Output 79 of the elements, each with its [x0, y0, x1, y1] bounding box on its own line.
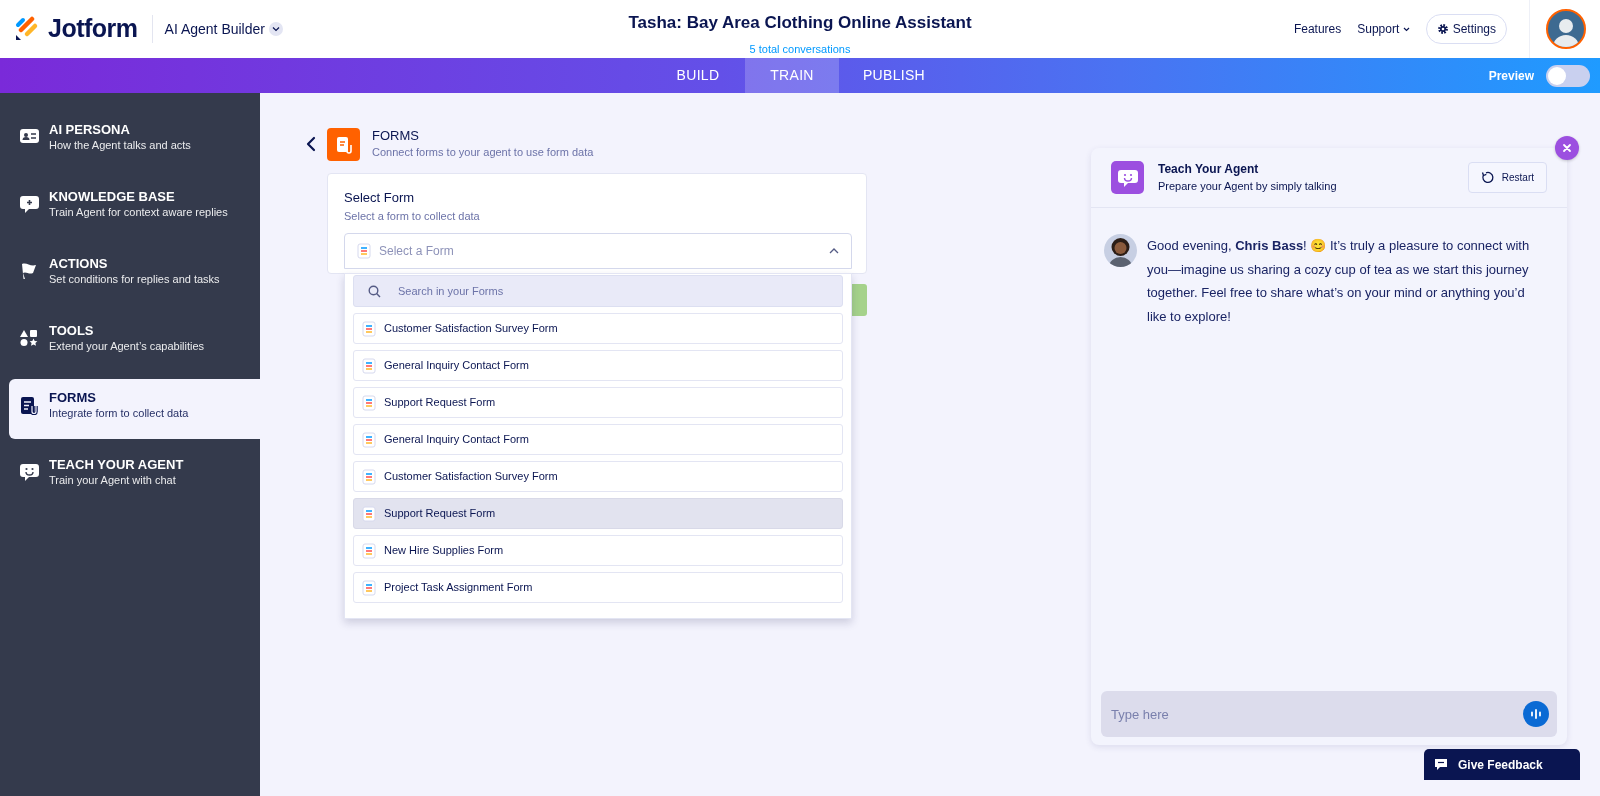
- nav-tab[interactable]: TRAIN: [745, 58, 839, 93]
- sidebar-item[interactable]: KNOWLEDGE BASE Train Agent for context aware replies: [9, 178, 260, 238]
- feedback-icon: [1434, 758, 1448, 771]
- item-subtitle: Train your Agent with chat: [49, 473, 177, 488]
- card-title: Select Form: [344, 189, 416, 207]
- product-menu[interactable]: AI Agent Builder: [164, 18, 283, 40]
- form-icon: [362, 431, 376, 448]
- chevron-icon: [1402, 27, 1410, 33]
- close-icon: [1562, 143, 1572, 153]
- conversation-count: 5 total conversations: [749, 41, 851, 57]
- form-icon: [362, 468, 376, 485]
- form-option[interactable]: Customer Satisfaction Survey Form: [353, 313, 843, 344]
- section-subtitle: Connect forms to your agent to use form data: [372, 145, 594, 160]
- logo-icon: [14, 16, 40, 42]
- section-title: FORMS: [372, 128, 420, 144]
- form-option[interactable]: Support Request Form: [353, 387, 843, 418]
- item-title: FORMS: [49, 390, 97, 406]
- item-subtitle: Set conditions for replies and tasks: [49, 272, 220, 287]
- restart-icon: [1480, 171, 1494, 184]
- nav-tab[interactable]: BUILD: [651, 58, 745, 93]
- sidebar-item[interactable]: TOOLS Extend your Agent’s capabilities: [9, 312, 260, 372]
- sidebar-item[interactable]: FORMS Integrate form to collect data: [9, 379, 260, 439]
- item-title: AI PERSONA: [49, 122, 131, 138]
- chevron-icon: [268, 22, 283, 36]
- form-icon: [362, 394, 376, 411]
- form-icon: [362, 357, 376, 374]
- card-subtitle: Select a form to collect data: [344, 208, 481, 224]
- feedback-button[interactable]: Give Feedback: [1424, 749, 1580, 780]
- form-icon: [357, 243, 371, 259]
- search-field[interactable]: Search in your Forms: [353, 275, 843, 307]
- form-icon: [362, 579, 376, 596]
- item-title: TOOLS: [49, 323, 95, 339]
- item-subtitle: How the Agent talks and acts: [49, 138, 191, 153]
- preview-label: Preview: [1488, 67, 1534, 85]
- avatar[interactable]: [1546, 9, 1586, 49]
- search-icon: [368, 285, 381, 298]
- settings-icon: [1436, 23, 1449, 35]
- chat-plus-icon: [19, 195, 39, 213]
- flag-icon: [20, 262, 38, 280]
- item-subtitle: Integrate form to collect data: [49, 406, 189, 421]
- avatar: [1104, 234, 1137, 267]
- nav-tab[interactable]: PUBLISH: [839, 58, 949, 93]
- chat-subtitle: Prepare your Agent by simply talking: [1158, 179, 1337, 195]
- chat-title: Teach Your Agent: [1158, 161, 1260, 179]
- sidebar-item[interactable]: TEACH YOUR AGENT Train your Agent with chat: [9, 446, 260, 506]
- message-input[interactable]: Type here: [1101, 691, 1557, 737]
- form-option[interactable]: Customer Satisfaction Survey Form: [353, 461, 843, 492]
- form-option[interactable]: New Hire Supplies Form: [353, 535, 843, 566]
- item-title: KNOWLEDGE BASE: [49, 189, 176, 205]
- sound-wave-icon: [1530, 708, 1542, 720]
- item-subtitle: Extend your Agent’s capabilities: [49, 339, 205, 354]
- sidebar-item[interactable]: ACTIONS Set conditions for replies and tasks: [9, 245, 260, 305]
- logo-text: Jotform: [48, 13, 138, 45]
- form-option[interactable]: Project Task Assignment Form: [353, 572, 843, 603]
- form-icon: [20, 396, 38, 415]
- chevron-icon: [829, 248, 839, 254]
- chat-smile-icon: [1111, 161, 1144, 194]
- form-icon: [362, 542, 376, 559]
- shapes-icon: [20, 329, 38, 347]
- form-icon: [362, 320, 376, 337]
- form-option[interactable]: Support Request Form: [353, 498, 843, 529]
- preview-toggle[interactable]: [1546, 64, 1590, 87]
- restart-button[interactable]: Restart: [1467, 162, 1547, 193]
- support-menu[interactable]: Support: [1357, 20, 1410, 38]
- form-option[interactable]: General Inquiry Contact Form: [353, 350, 843, 381]
- item-subtitle: Train Agent for context aware replies: [49, 205, 228, 220]
- agent-title: Tasha: Bay Area Clothing Online Assistant: [628, 12, 972, 34]
- form-icon: [327, 128, 360, 161]
- sidebar-item[interactable]: AI PERSONA How the Agent talks and acts: [9, 111, 260, 171]
- item-title: ACTIONS: [49, 256, 109, 272]
- id-card-icon: [19, 128, 39, 144]
- item-title: TEACH YOUR AGENT: [49, 457, 184, 473]
- form-icon: [362, 505, 376, 522]
- chat-smile-icon: [19, 463, 39, 481]
- form-option[interactable]: General Inquiry Contact Form: [353, 424, 843, 455]
- chat-message: Good evening, Chris Bass! 😊 It’s truly a pleasure to connect with you—imagine us sharing a cozy cup of tea as we start this journey together. Feel free to share what’s on your mind or anything you’d like to explore!: [1147, 237, 1531, 326]
- settings-button[interactable]: Settings: [1425, 14, 1507, 44]
- close-button[interactable]: [1555, 136, 1579, 160]
- nav-link[interactable]: Features: [1293, 20, 1342, 38]
